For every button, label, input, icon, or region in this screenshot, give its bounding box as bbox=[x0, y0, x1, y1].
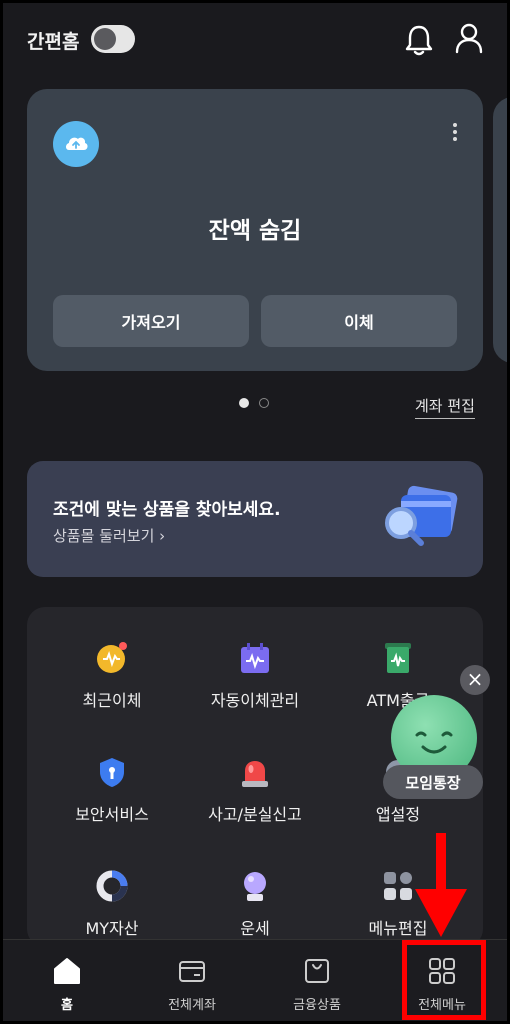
grid-edit-icon bbox=[381, 869, 415, 903]
promo-subtitle-link[interactable]: 상품몰 둘러보기 › bbox=[53, 525, 165, 546]
next-account-card[interactable] bbox=[493, 97, 507, 363]
menu-item-recent-transfer[interactable]: 최근이체 bbox=[37, 641, 187, 711]
transfer-button[interactable]: 이체 bbox=[261, 295, 457, 347]
person-icon[interactable] bbox=[453, 21, 485, 55]
edit-accounts-link[interactable]: 계좌 편집 bbox=[415, 395, 475, 419]
top-bar: 간편홈 bbox=[3, 3, 507, 79]
nav-all-accounts[interactable]: 전체계좌 bbox=[137, 956, 247, 1013]
menu-label: 보안서비스 bbox=[75, 805, 149, 824]
balance-hidden-title[interactable]: 잔액 숨김 bbox=[27, 211, 483, 245]
recycle-cloud-icon bbox=[53, 121, 99, 167]
shield-icon bbox=[95, 755, 129, 789]
menu-label: MY자산 bbox=[85, 919, 139, 938]
pager-dot[interactable] bbox=[259, 398, 269, 408]
menu-label: 자동이체관리 bbox=[210, 691, 300, 710]
menu-item-auto-transfer[interactable]: 자동이체관리 bbox=[180, 641, 330, 711]
promo-banner[interactable]: 조건에 맞는 상품을 찾아보세요. 상품몰 둘러보기 › bbox=[27, 461, 483, 577]
annotation-highlight-box bbox=[402, 940, 486, 1020]
account-card[interactable]: 잔액 숨김 가져오기 이체 bbox=[27, 89, 483, 371]
nav-label: 홈 bbox=[61, 998, 73, 1013]
bag-icon bbox=[302, 956, 332, 986]
menu-item-my-assets[interactable]: MY자산 bbox=[37, 869, 187, 939]
home-icon bbox=[52, 956, 82, 986]
donut-chart-icon bbox=[95, 869, 129, 903]
kebab-icon[interactable] bbox=[447, 121, 463, 145]
menu-label: 사고/분실신고 bbox=[208, 805, 302, 824]
recent-transfer-icon bbox=[95, 641, 129, 675]
menu-item-fortune[interactable]: 운세 bbox=[180, 869, 330, 939]
nav-label: 금융상품 bbox=[293, 998, 341, 1013]
app-screen: 간편홈 잔액 숨김 가져오기 이체 계좌 편집 조건에 맞는 상품을 찾아보세요… bbox=[3, 3, 507, 1021]
siren-icon bbox=[238, 755, 272, 789]
menu-label: 운세 bbox=[240, 919, 270, 938]
pager-dot-active[interactable] bbox=[239, 398, 249, 408]
calendar-transfer-icon bbox=[238, 641, 272, 675]
close-icon[interactable]: × bbox=[460, 665, 490, 695]
nav-label: 전체계좌 bbox=[168, 998, 216, 1013]
simple-home-toggle[interactable] bbox=[91, 25, 135, 53]
simple-home-label: 간편홈 bbox=[27, 31, 80, 53]
bell-icon[interactable] bbox=[403, 23, 435, 57]
bring-money-button[interactable]: 가져오기 bbox=[53, 295, 249, 347]
annotation-arrow-icon bbox=[411, 833, 471, 947]
group-account-label[interactable]: 모임통장 bbox=[383, 765, 483, 799]
atm-icon bbox=[381, 641, 415, 675]
menu-label: 앱설정 bbox=[375, 805, 421, 824]
toggle-knob bbox=[94, 28, 116, 50]
menu-label: 최근이체 bbox=[82, 691, 142, 710]
magnifier-card-icon bbox=[381, 485, 461, 553]
menu-item-loss-report[interactable]: 사고/분실신고 bbox=[180, 755, 330, 825]
crystal-ball-icon bbox=[238, 869, 272, 903]
promo-title: 조건에 맞는 상품을 찾아보세요. bbox=[53, 500, 281, 520]
nav-home[interactable]: 홈 bbox=[12, 956, 122, 1013]
menu-item-security[interactable]: 보안서비스 bbox=[37, 755, 187, 825]
nav-financial-products[interactable]: 금융상품 bbox=[262, 956, 372, 1013]
card-pager bbox=[239, 393, 279, 412]
wallet-icon bbox=[177, 956, 207, 986]
